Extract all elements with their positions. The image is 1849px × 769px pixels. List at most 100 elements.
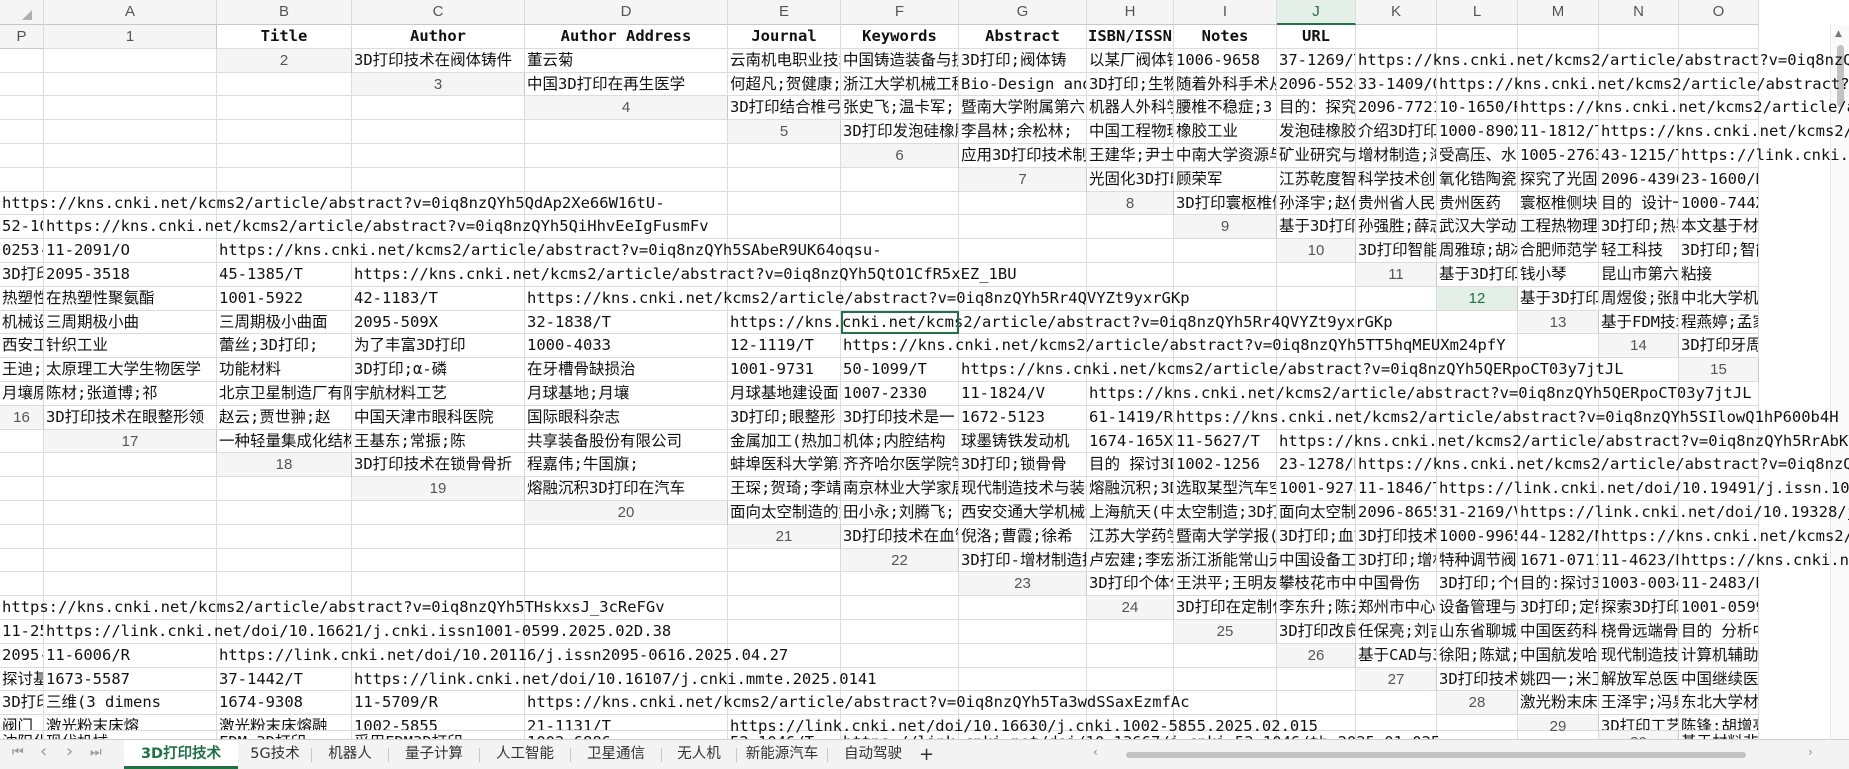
cell-f3[interactable]: 随着外科手术从 [1174, 72, 1277, 97]
row-header-20[interactable]: 20 [525, 500, 728, 525]
cell-p10[interactable] [1277, 262, 1356, 287]
cell-m19[interactable] [0, 500, 44, 525]
cell-g25[interactable]: 2095-0616 [0, 643, 44, 668]
cell-p7[interactable] [959, 191, 1087, 216]
cell-f18[interactable]: 目的 探讨3D打 [1087, 453, 1174, 478]
cell-h8[interactable]: 52-1062/R [0, 215, 44, 240]
cell-g13[interactable]: 1000-4033 [525, 334, 728, 359]
cell-b6[interactable]: 王建华;尹士兵; [1087, 143, 1174, 168]
cell-a22[interactable]: 3D打印-增材制造技术 [959, 548, 1087, 573]
cell-c14[interactable]: 太原理工大学生物医学 [44, 358, 217, 382]
cell-l4[interactable] [0, 120, 44, 144]
cell-f22[interactable]: 特种调节阀承担 [1437, 548, 1518, 573]
cell-i2[interactable]: https://kns.cnki.net/kcms2/article/abstr… [1356, 48, 1849, 73]
cell-p17[interactable] [44, 453, 217, 478]
cell-o9[interactable] [1087, 239, 1174, 263]
row-header-15[interactable]: 15 [1679, 358, 1759, 382]
cell-g29[interactable]: 1002-6886 [525, 731, 728, 739]
cell-e11[interactable]: 热塑性聚氨酯 [0, 286, 44, 311]
cell-a24[interactable]: 3D打印在定制化医疗器 [1174, 596, 1277, 620]
sheet-tab-5g[interactable]: 5G技术 [240, 740, 310, 769]
cell-g5[interactable]: 1000-890X [1437, 120, 1518, 144]
cell-c15[interactable]: 北京卫星制造厂有限公 [217, 381, 352, 406]
cell-a17[interactable]: 一种轻量集成化结构的 [217, 429, 352, 454]
cell-a11[interactable]: 基于3D打印的热塑性聚 [1437, 262, 1518, 287]
row-header-9[interactable]: 9 [1174, 215, 1277, 240]
cell-i6[interactable]: https://link.cnki.net/doi/10.13827/j.cnk… [1679, 143, 1849, 168]
cell-d22[interactable]: 中国设备工程 [1277, 548, 1356, 573]
cell-c12[interactable]: 中北大学机械工程学院 [1679, 286, 1759, 311]
cell-c28[interactable]: 东北大学材料科学与工 [1679, 691, 1759, 716]
row-header-19[interactable]: 19 [352, 477, 525, 501]
cell-b21[interactable]: 倪洛;曹霞;徐希 [959, 524, 1087, 549]
cell-p16[interactable] [0, 429, 44, 454]
cell-d3[interactable]: Bio-Design and Manufac [959, 72, 1087, 97]
cell-a26[interactable]: 基于CAD与3D打印技术 [1356, 643, 1437, 668]
cell-b9[interactable]: 孙强胜;薛志祥; [1356, 215, 1437, 240]
cell-k5[interactable] [0, 143, 44, 168]
last-sheet-icon[interactable]: ⏭ [90, 745, 102, 760]
cell-n25[interactable] [959, 643, 1087, 668]
row-header-27[interactable]: 27 [1356, 667, 1437, 692]
cell-f15[interactable]: 月球基地建设面 [728, 381, 841, 406]
cell-g15[interactable]: 1007-2330 [841, 381, 959, 406]
cell-n4[interactable] [217, 120, 352, 144]
cell-n19[interactable] [44, 500, 217, 525]
cell-i12[interactable]: https://kns.cnki.net/kcms2/article/abstr… [728, 310, 1393, 335]
cell-f7[interactable]: 探究了光固化3D [1518, 167, 1599, 192]
cell-p8[interactable] [1087, 215, 1174, 240]
column-header-o[interactable]: O [1679, 0, 1759, 25]
cell-h11[interactable]: 42-1183/T [352, 286, 525, 311]
cell-d15[interactable]: 宇航材料工艺 [352, 381, 525, 406]
cell-c21[interactable]: 江苏大学药学院; [1087, 524, 1174, 549]
cell-a7[interactable]: 光固化3D打印氧化锆陶 [1087, 167, 1174, 192]
cell-f21[interactable]: 3D打印技术在生 [1356, 524, 1437, 549]
cell-e14[interactable]: 3D打印;α-磷 [352, 358, 525, 382]
cell-f19[interactable]: 选取某型汽车空 [1174, 477, 1277, 501]
cell-b20[interactable]: 田小永;刘腾飞; [841, 500, 959, 525]
cell-g3[interactable]: 2096-5524 [1277, 72, 1356, 97]
cell-i26[interactable]: https://link.cnki.net/doi/10.16107/j.cnk… [352, 667, 877, 692]
cell-e7[interactable]: 氧化锆陶瓷材 [1437, 167, 1518, 192]
scroll-right-arrow-icon[interactable]: › [1808, 745, 1813, 759]
cell-o6[interactable] [728, 167, 841, 192]
row-header-14[interactable]: 14 [1599, 334, 1679, 359]
cell-j22[interactable] [0, 572, 44, 597]
cell-e28[interactable]: 激光粉末床熔 [44, 715, 217, 732]
cell-c24[interactable]: 郑州市中心医院; [1356, 596, 1437, 620]
cell-n24[interactable] [841, 619, 959, 644]
cell-d16[interactable]: 国际眼科杂志 [525, 405, 728, 430]
cell-h19[interactable]: 11-1846/T [1356, 477, 1437, 501]
cell-m25[interactable] [841, 643, 959, 668]
first-sheet-icon[interactable]: ⏮ [12, 745, 24, 760]
cell-g1[interactable]: ISBN/ISSN [1087, 25, 1174, 49]
cell-a12[interactable]: 基于3D打印的三周期极 [1518, 286, 1599, 311]
cell-a23[interactable]: 3D打印个体化定制骨科 [1087, 572, 1174, 597]
cell-o7[interactable] [841, 191, 959, 216]
cell-i13[interactable]: https://kns.cnki.net/kcms2/article/abstr… [841, 334, 1506, 359]
cell-h20[interactable]: 31-2169/V [1437, 500, 1518, 525]
cell-p25[interactable] [1174, 643, 1277, 668]
cell-h7[interactable]: 23-1600/N [1679, 167, 1759, 192]
cell-e26[interactable]: 计算机辅助设 [1679, 643, 1759, 668]
cell-h2[interactable]: 37-1269/T [1277, 48, 1356, 73]
sheet-tab-ai[interactable]: 人工智能 [481, 740, 569, 769]
cell-c17[interactable]: 共享装备股份有限公司 [525, 429, 728, 454]
cell-i3[interactable]: https://kns.cnki.net/kcms2/article/abstr… [1437, 72, 1849, 97]
cell-c27[interactable]: 解放军总医院第一医学 [1599, 667, 1679, 692]
horizontal-scrollbar[interactable] [1086, 750, 1802, 760]
cell-o23[interactable] [841, 596, 959, 620]
cell-n5[interactable] [352, 143, 525, 168]
cell-e13[interactable]: 蕾丝;3D打印; [217, 334, 352, 359]
cell-e9[interactable]: 3D打印;热导率 [1599, 215, 1679, 240]
cell-l22[interactable] [217, 572, 352, 597]
row-header-7[interactable]: 7 [959, 167, 1087, 192]
cell-e21[interactable]: 3D打印;血管再 [1277, 524, 1356, 549]
cell-i19[interactable]: https://link.cnki.net/doi/10.19491/j.iss… [1437, 477, 1849, 501]
cell-e10[interactable]: 3D打印;智能可 [1679, 239, 1759, 263]
cell-c23[interactable]: 攀枝花市中心医院骨科 [1277, 572, 1356, 597]
cell-a10[interactable]: 3D打印智能可穿戴服装 [1356, 239, 1437, 263]
cell-h15[interactable]: 11-1824/V [959, 381, 1087, 406]
cell-d2[interactable]: 中国铸造装备与技术 [841, 48, 959, 73]
cell-n18[interactable] [0, 477, 44, 501]
